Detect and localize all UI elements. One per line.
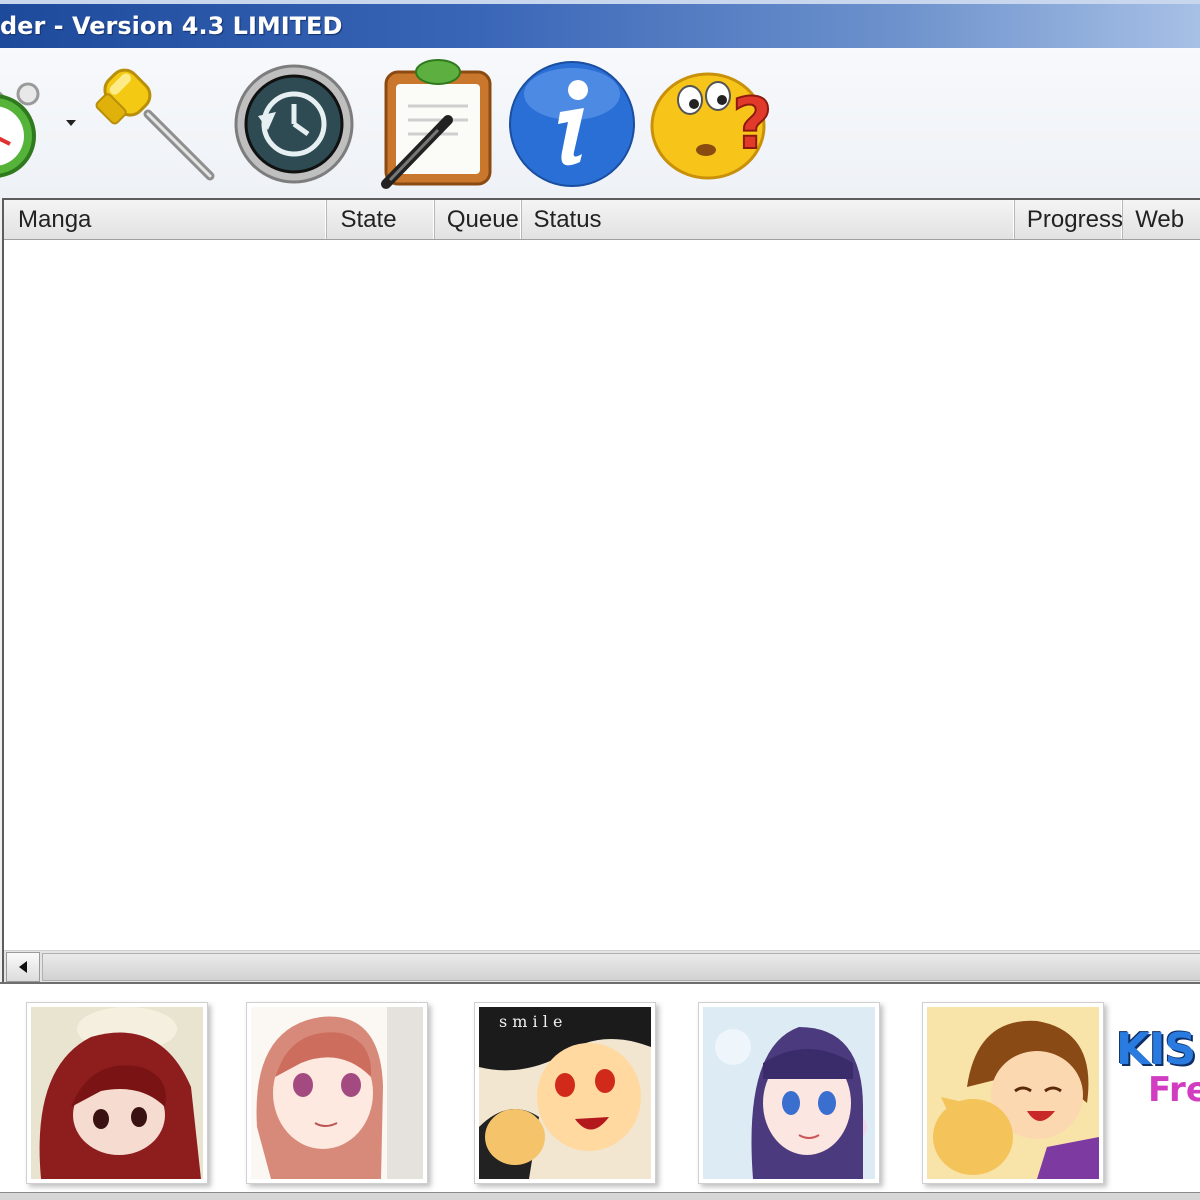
list-header: Manga State Queue Status Progress Web (4, 200, 1200, 240)
window-title: der - Version 4.3 LIMITED (0, 12, 343, 40)
alarm-clock-button[interactable] (0, 56, 42, 192)
screwdriver-icon (95, 68, 215, 181)
column-header-manga[interactable]: Manga (4, 200, 327, 239)
manga-cover-3: s m i l e (479, 1007, 651, 1179)
download-list[interactable]: Manga State Queue Status Progress Web (2, 198, 1200, 982)
column-header-state[interactable]: State (327, 200, 435, 239)
manga-cover-4 (703, 1007, 875, 1179)
history-button[interactable] (232, 56, 356, 192)
title-bar: der - Version 4.3 LIMITED (0, 0, 1200, 48)
manga-thumbnail[interactable] (26, 1002, 208, 1184)
column-header-status[interactable]: Status (522, 200, 1015, 239)
confused-smiley-icon: ? (650, 72, 774, 180)
about-button[interactable] (508, 56, 636, 192)
manga-thumbnail[interactable] (246, 1002, 428, 1184)
scrollbar-thumb[interactable] (42, 953, 1200, 981)
info-icon (509, 61, 635, 187)
list-body[interactable] (4, 240, 1200, 950)
scroll-left-button[interactable] (6, 952, 40, 982)
help-button[interactable]: ? (648, 56, 782, 192)
column-header-progress[interactable]: Progress (1015, 200, 1124, 239)
manga-thumbnail[interactable]: s m i l e (474, 1002, 656, 1184)
manga-cover-1 (31, 1007, 203, 1179)
log-button[interactable] (378, 56, 496, 192)
banner-tagline: Fre (1148, 1070, 1200, 1110)
column-header-web[interactable]: Web (1123, 200, 1200, 239)
arrow-left-icon (19, 961, 27, 973)
window-bottom-edge (0, 1192, 1200, 1200)
manga-cover-2 (251, 1007, 423, 1179)
cover-caption: s m i l e (499, 1012, 562, 1031)
toolbar: ? (0, 48, 1200, 198)
chevron-down-icon[interactable] (64, 118, 78, 128)
alarm-clock-icon (0, 82, 40, 178)
column-header-queue[interactable]: Queue (435, 200, 522, 239)
manga-cover-5 (927, 1007, 1099, 1179)
svg-text:?: ? (732, 83, 773, 165)
horizontal-scrollbar[interactable] (4, 950, 1200, 982)
clipboard-pen-icon (381, 59, 492, 189)
manga-thumbnail[interactable] (922, 1002, 1104, 1184)
ad-banner[interactable]: s m i l e KIS Fre (0, 982, 1200, 1200)
manga-thumbnail[interactable] (698, 1002, 880, 1184)
settings-button[interactable] (88, 56, 218, 192)
time-machine-icon (234, 64, 354, 184)
brand-logo[interactable]: KIS (1116, 1024, 1196, 1075)
